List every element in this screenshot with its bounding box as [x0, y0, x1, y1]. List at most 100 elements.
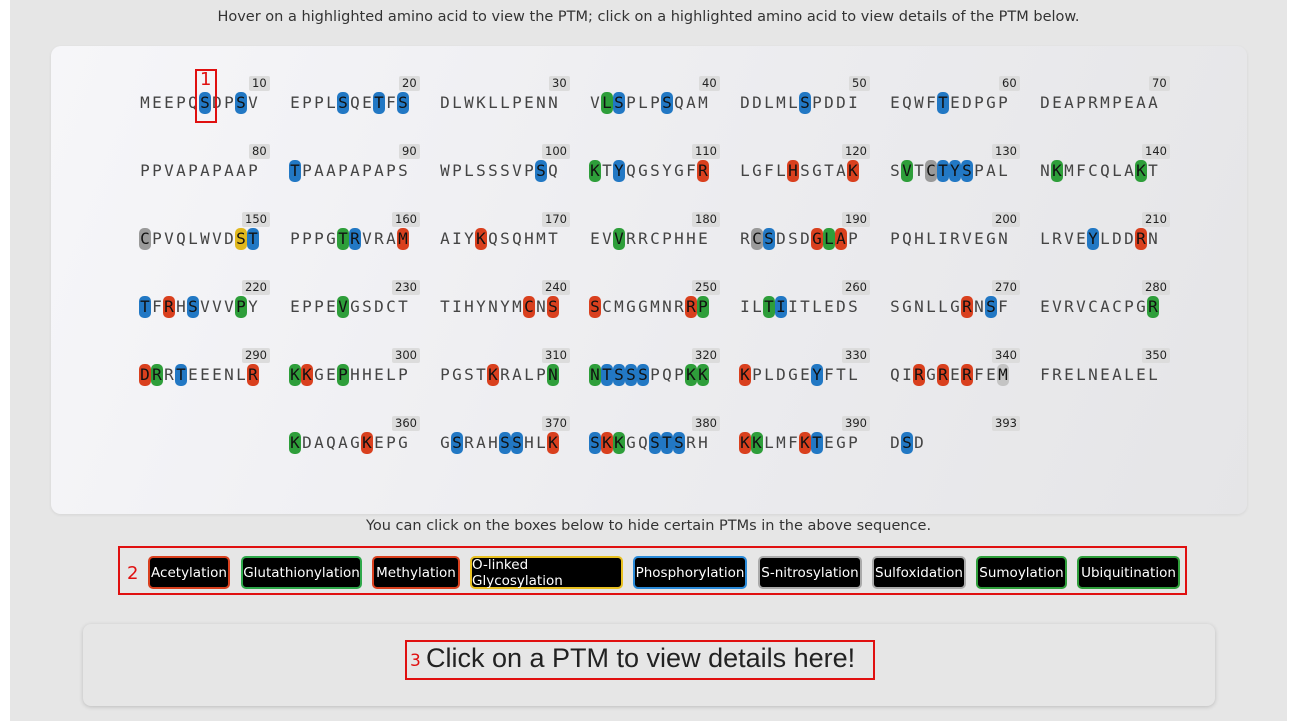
- ptm-residue[interactable]: K: [589, 160, 601, 182]
- ptm-residue[interactable]: Y: [811, 364, 823, 386]
- ptm-residue[interactable]: T: [373, 92, 385, 114]
- legend-toggle-phosphorylation[interactable]: Phosphorylation: [633, 556, 747, 589]
- ptm-residue[interactable]: K: [739, 364, 751, 386]
- ptm-residue[interactable]: K: [799, 432, 811, 454]
- ptm-residue[interactable]: T: [937, 160, 949, 182]
- ptm-residue[interactable]: K: [697, 364, 709, 386]
- ptm-residue[interactable]: P: [697, 296, 709, 318]
- legend-toggle-o-linked-glycosylation[interactable]: O-linked Glycosylation: [470, 556, 623, 589]
- ptm-residue[interactable]: T: [175, 364, 187, 386]
- ptm-residue[interactable]: R: [247, 364, 259, 386]
- ptm-residue[interactable]: S: [499, 432, 511, 454]
- ptm-residue[interactable]: S: [901, 432, 913, 454]
- ptm-residue[interactable]: R: [937, 364, 949, 386]
- ptm-residue[interactable]: H: [787, 160, 799, 182]
- ptm-residue[interactable]: T: [811, 432, 823, 454]
- ptm-residue[interactable]: R: [349, 228, 361, 250]
- legend-toggle-s-nitrosylation[interactable]: S-nitrosylation: [758, 556, 862, 589]
- ptm-residue[interactable]: K: [361, 432, 373, 454]
- ptm-residue[interactable]: S: [199, 92, 211, 114]
- ptm-residue[interactable]: K: [475, 228, 487, 250]
- ptm-residue[interactable]: S: [661, 92, 673, 114]
- ptm-residue[interactable]: S: [649, 432, 661, 454]
- ptm-residue[interactable]: T: [937, 92, 949, 114]
- ptm-residue[interactable]: G: [811, 228, 823, 250]
- ptm-residue[interactable]: K: [601, 432, 613, 454]
- ptm-residue[interactable]: S: [613, 92, 625, 114]
- legend-toggle-sumoylation[interactable]: Sumoylation: [976, 556, 1067, 589]
- ptm-residue[interactable]: M: [397, 228, 409, 250]
- ptm-residue[interactable]: R: [697, 160, 709, 182]
- ptm-residue[interactable]: S: [235, 228, 247, 250]
- ptm-residue[interactable]: Y: [613, 160, 625, 182]
- ptm-residue[interactable]: R: [913, 364, 925, 386]
- ptm-residue[interactable]: S: [763, 228, 775, 250]
- ptm-residue[interactable]: T: [337, 228, 349, 250]
- ptm-residue[interactable]: C: [925, 160, 937, 182]
- ptm-residue[interactable]: S: [451, 432, 463, 454]
- ptm-residue[interactable]: N: [547, 364, 559, 386]
- ptm-residue[interactable]: T: [601, 364, 613, 386]
- ptm-residue[interactable]: R: [151, 364, 163, 386]
- ptm-residue[interactable]: R: [163, 296, 175, 318]
- ptm-residue[interactable]: S: [397, 92, 409, 114]
- ptm-residue[interactable]: T: [139, 296, 151, 318]
- ptm-residue[interactable]: R: [961, 364, 973, 386]
- ptm-residue[interactable]: K: [613, 432, 625, 454]
- ptm-residue[interactable]: K: [685, 364, 697, 386]
- ptm-residue[interactable]: K: [289, 432, 301, 454]
- ptm-residue[interactable]: C: [139, 228, 151, 250]
- ptm-residue[interactable]: S: [337, 92, 349, 114]
- ptm-residue[interactable]: L: [823, 228, 835, 250]
- ptm-residue[interactable]: R: [1135, 228, 1147, 250]
- ptm-residue[interactable]: P: [337, 364, 349, 386]
- ptm-residue[interactable]: S: [673, 432, 685, 454]
- legend-toggle-acetylation[interactable]: Acetylation: [148, 556, 230, 589]
- ptm-residue[interactable]: M: [997, 364, 1009, 386]
- ptm-residue[interactable]: S: [625, 364, 637, 386]
- ptm-residue[interactable]: T: [763, 296, 775, 318]
- ptm-residue[interactable]: K: [289, 364, 301, 386]
- ptm-residue[interactable]: V: [613, 228, 625, 250]
- ptm-residue[interactable]: S: [985, 296, 997, 318]
- ptm-residue[interactable]: K: [547, 432, 559, 454]
- ptm-residue[interactable]: N: [589, 364, 601, 386]
- ptm-residue[interactable]: S: [511, 432, 523, 454]
- ptm-residue[interactable]: C: [523, 296, 535, 318]
- ptm-residue[interactable]: V: [901, 160, 913, 182]
- ptm-residue[interactable]: I: [775, 296, 787, 318]
- ptm-residue[interactable]: K: [487, 364, 499, 386]
- ptm-residue[interactable]: P: [235, 296, 247, 318]
- ptm-residue[interactable]: C: [751, 228, 763, 250]
- ptm-residue[interactable]: S: [235, 92, 247, 114]
- ptm-residue[interactable]: K: [1135, 160, 1147, 182]
- ptm-residue[interactable]: D: [139, 364, 151, 386]
- ptm-residue[interactable]: R: [685, 296, 697, 318]
- ptm-residue[interactable]: K: [847, 160, 859, 182]
- ptm-residue[interactable]: S: [613, 364, 625, 386]
- legend-toggle-sulfoxidation[interactable]: Sulfoxidation: [872, 556, 966, 589]
- ptm-residue[interactable]: K: [751, 432, 763, 454]
- ptm-residue[interactable]: A: [835, 228, 847, 250]
- ptm-residue[interactable]: K: [1051, 160, 1063, 182]
- ptm-residue[interactable]: Y: [949, 160, 961, 182]
- legend-toggle-glutathionylation[interactable]: Glutathionylation: [241, 556, 362, 589]
- legend-toggle-methylation[interactable]: Methylation: [372, 556, 460, 589]
- ptm-residue[interactable]: R: [961, 296, 973, 318]
- ptm-residue[interactable]: R: [1147, 296, 1159, 318]
- ptm-residue[interactable]: K: [301, 364, 313, 386]
- ptm-residue[interactable]: T: [661, 432, 673, 454]
- ptm-residue[interactable]: S: [535, 160, 547, 182]
- ptm-residue[interactable]: S: [187, 296, 199, 318]
- ptm-residue[interactable]: L: [601, 92, 613, 114]
- ptm-residue[interactable]: T: [289, 160, 301, 182]
- ptm-residue[interactable]: S: [637, 364, 649, 386]
- ptm-residue[interactable]: Y: [1087, 228, 1099, 250]
- ptm-residue[interactable]: S: [799, 92, 811, 114]
- ptm-residue[interactable]: S: [589, 296, 601, 318]
- legend-toggle-ubiquitination[interactable]: Ubiquitination: [1077, 556, 1180, 589]
- ptm-residue[interactable]: S: [589, 432, 601, 454]
- ptm-residue[interactable]: V: [337, 296, 349, 318]
- ptm-residue[interactable]: K: [739, 432, 751, 454]
- ptm-residue[interactable]: T: [247, 228, 259, 250]
